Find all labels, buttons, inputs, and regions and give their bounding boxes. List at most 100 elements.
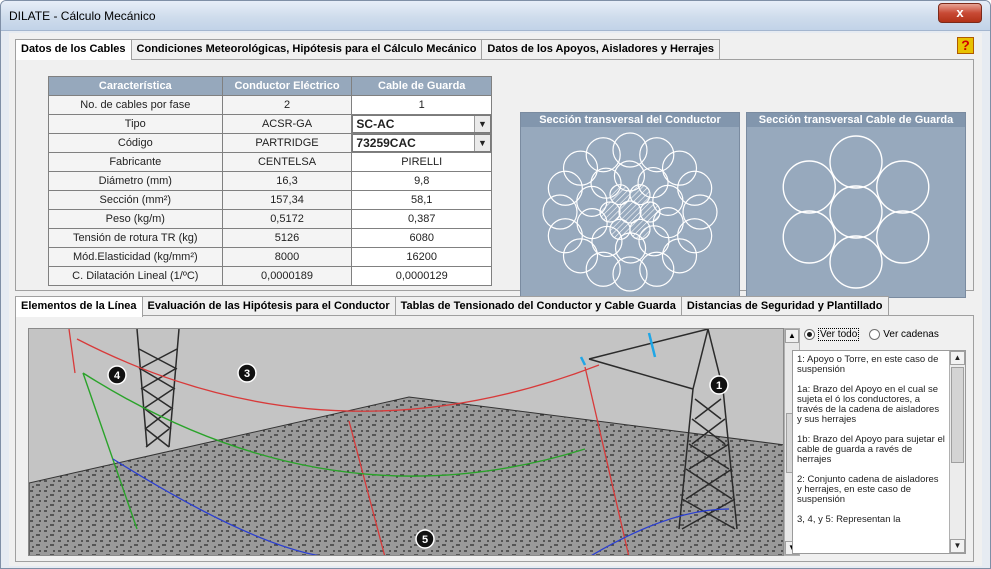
header-guard: Cable de Guarda [351, 76, 492, 96]
row-label: Tensión de rotura TR (kg) [48, 228, 223, 248]
conductor-core-strand [629, 218, 651, 240]
conductor-core-strand [629, 184, 651, 206]
row-label: Mód.Elasticidad (kg/mm²) [48, 247, 223, 267]
conductor-cell[interactable]: PARTRIDGE [221, 133, 353, 153]
conductor-core-strand [609, 184, 631, 206]
radio-ver-cadenas[interactable]: Ver cadenas [869, 328, 939, 341]
window-title: DILATE - Cálculo Mecánico [9, 9, 156, 23]
app-window: DILATE - Cálculo Mecánico x Datos de los… [0, 0, 991, 569]
row-label: Tipo [48, 114, 223, 134]
guard-cross-section: Sección transversal Cable de Guarda [746, 112, 966, 298]
marker-label: 1 [716, 380, 722, 392]
guard-code-select[interactable]: 73259CAC ▼ [351, 133, 492, 153]
table-row: Peso (kg/m) 0,5172 0,387 [48, 209, 492, 229]
line-scene-drawing: 1 3 4 5 [29, 329, 783, 555]
table-row: Tipo ACSR-GA SC-AC ▼ [48, 114, 492, 134]
line-3d-view[interactable]: 1 3 4 5 [28, 328, 784, 556]
tab-datos-cables[interactable]: Datos de los Cables [15, 39, 132, 60]
guard-cell[interactable]: PIRELLI [351, 152, 492, 172]
conductor-core-strand [599, 201, 621, 223]
guard-code-combo[interactable]: 73259CAC ▼ [352, 134, 491, 152]
row-label: Diámetro (mm) [48, 171, 223, 191]
scroll-thumb[interactable] [951, 367, 964, 463]
guard-core-strand [829, 185, 883, 239]
conductor-cell[interactable]: 0,0000189 [221, 266, 353, 286]
conductor-cell[interactable]: ACSR-GA [221, 114, 353, 134]
line-tabs: Elementos de la Línea Evaluación de las … [15, 296, 889, 317]
conductor-cell[interactable]: 0,5172 [221, 209, 353, 229]
conductor-cell[interactable]: CENTELSA [221, 152, 353, 172]
conductor-cell[interactable]: 5126 [221, 228, 353, 248]
scroll-down-icon[interactable]: ▼ [950, 539, 965, 553]
marker-label: 4 [114, 370, 121, 382]
conductor-cell[interactable]: 16,3 [221, 171, 353, 191]
guard-cell[interactable]: 0,387 [351, 209, 492, 229]
table-row: Diámetro (mm) 16,3 9,8 [48, 171, 492, 191]
tab-condiciones[interactable]: Condiciones Meteorológicas, Hipótesis pa… [130, 39, 483, 59]
row-label: Peso (kg/m) [48, 209, 223, 229]
legend-item: 1: Apoyo o Torre, en este caso de suspen… [797, 354, 939, 375]
help-button[interactable]: ? [957, 37, 974, 54]
tab-apoyos[interactable]: Datos de los Apoyos, Aisladores y Herraj… [481, 39, 721, 59]
radio-ver-todo[interactable]: Ver todo [804, 328, 860, 341]
marker-label: 3 [244, 368, 250, 380]
table-row: Fabricante CENTELSA PIRELLI [48, 152, 492, 172]
guard-cell[interactable]: 9,8 [351, 171, 492, 191]
table-row: No. de cables por fase 2 1 [48, 95, 492, 115]
title-bar[interactable]: DILATE - Cálculo Mecánico x [1, 1, 990, 31]
close-button[interactable]: x [938, 3, 982, 23]
conductor-cell[interactable]: 8000 [221, 247, 353, 267]
conductor-cell[interactable]: 157,34 [221, 190, 353, 210]
guard-cell[interactable]: 58,1 [351, 190, 492, 210]
chevron-down-icon[interactable]: ▼ [474, 116, 490, 132]
guard-outer-strand [829, 235, 883, 289]
line-elements-panel: 1345 ▲ ▼ Ver todo Ver cadenas 1: Apo [15, 315, 974, 562]
radio-off-icon[interactable] [869, 329, 881, 340]
header-characteristic: Característica [48, 76, 223, 96]
guard-outer-strand [876, 210, 930, 264]
conductor-core-strand [609, 218, 631, 240]
scroll-up-icon[interactable]: ▲ [950, 351, 965, 365]
row-label: Código [48, 133, 223, 153]
legend-scrollbar[interactable]: ▲ ▼ [949, 351, 965, 553]
guard-code-value: 73259CAC [356, 136, 416, 150]
tower-left [136, 329, 180, 448]
guard-outer-strand [782, 160, 836, 214]
guard-cell[interactable]: 6080 [351, 228, 492, 248]
guard-cell[interactable]: 0,0000129 [351, 266, 492, 286]
guard-type-select[interactable]: SC-AC ▼ [351, 114, 492, 134]
legend-list[interactable]: 1: Apoyo o Torre, en este caso de suspen… [792, 350, 966, 554]
conductor-strands-drawing [542, 132, 718, 292]
table-row: C. Dilatación Lineal (1/ºC) 0,0000189 0,… [48, 266, 492, 286]
guard-outer-strand [829, 135, 883, 189]
cables-panel: Característica Conductor Eléctrico Cable… [15, 59, 974, 298]
guard-cell[interactable]: 1 [351, 95, 492, 115]
tab-distancias-seguridad[interactable]: Distancias de Seguridad y Plantillado [680, 296, 889, 316]
row-label: C. Dilatación Lineal (1/ºC) [48, 266, 223, 286]
tab-tablas-tensionado[interactable]: Tablas de Tensionado del Conductor y Cab… [394, 296, 682, 316]
table-row: Mód.Elasticidad (kg/mm²) 8000 16200 [48, 247, 492, 267]
guard-outer-strand [876, 160, 930, 214]
conductor-cell[interactable]: 2 [221, 95, 353, 115]
conductor-section-title: Sección transversal del Conductor [521, 113, 739, 127]
table-row: Tensión de rotura TR (kg) 5126 6080 [48, 228, 492, 248]
tab-elementos-linea[interactable]: Elementos de la Línea [15, 296, 143, 317]
guard-strands-drawing [782, 135, 930, 289]
row-label: Sección (mm²) [48, 190, 223, 210]
chevron-down-icon[interactable]: ▼ [474, 135, 490, 151]
guard-type-combo[interactable]: SC-AC ▼ [352, 115, 491, 133]
guard-cell[interactable]: 16200 [351, 247, 492, 267]
legend-item: 2: Conjunto cadena de aisladores y herra… [797, 474, 939, 505]
conductor-cross-section: Sección transversal del Conductor [520, 112, 740, 298]
radio-on-icon[interactable] [804, 329, 815, 340]
guard-outer-strand [782, 210, 836, 264]
table-header: Característica Conductor Eléctrico Cable… [48, 76, 492, 96]
tab-evaluacion-hipotesis[interactable]: Evaluación de las Hipótesis para el Cond… [141, 296, 396, 316]
conductor-core-strand [639, 201, 661, 223]
scroll-up-icon[interactable]: ▲ [785, 329, 799, 343]
guard-type-value: SC-AC [356, 117, 395, 131]
main-tabs: Datos de los Cables Condiciones Meteorol… [15, 39, 721, 60]
view-options: Ver todo Ver cadenas [804, 328, 939, 341]
legend-item: 1b: Brazo del Apoyo para sujetar el cabl… [797, 434, 945, 465]
legend-item: 3, 4, y 5: Representan la [797, 514, 901, 525]
